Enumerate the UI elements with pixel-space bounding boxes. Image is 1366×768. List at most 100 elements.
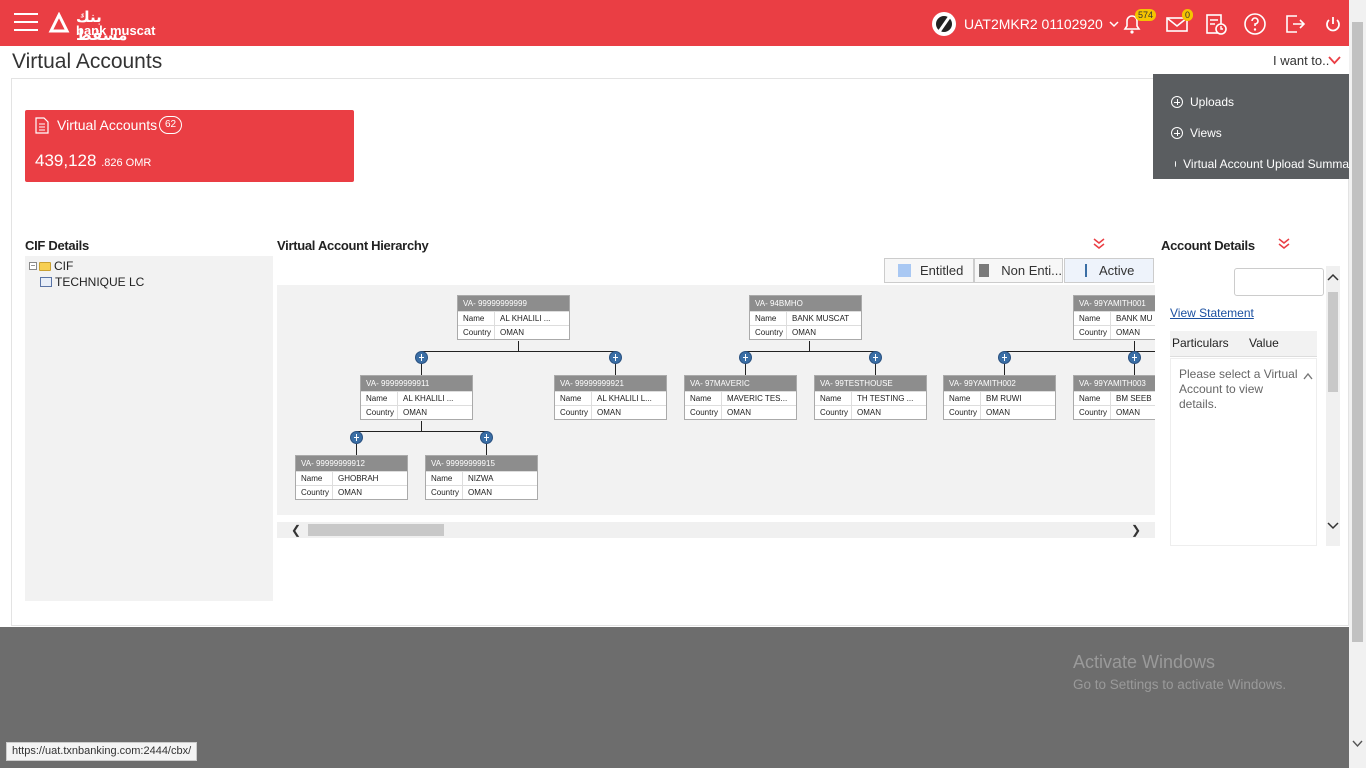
hierarchy-node[interactable]: VA- 99999999921 Name AL KHALILI L... Coun… bbox=[554, 375, 667, 420]
scroll-up-icon[interactable] bbox=[1303, 372, 1313, 380]
hierarchy-horizontal-scrollbar[interactable]: ❮ ❯ bbox=[277, 522, 1155, 538]
node-name: MAVERIC TES... bbox=[727, 394, 788, 403]
hierarchy-node[interactable]: VA- 94BMHO Name BANK MUSCAT Country OMAN bbox=[749, 295, 862, 340]
node-id: VA- 99999999912 bbox=[296, 456, 407, 471]
scrollbar-thumb[interactable] bbox=[1352, 22, 1363, 642]
hamburger-menu-icon[interactable] bbox=[14, 13, 38, 31]
name-label: Name bbox=[361, 392, 398, 405]
scroll-left-icon[interactable]: ❮ bbox=[291, 523, 301, 537]
account-search-input[interactable] bbox=[1234, 268, 1324, 296]
virtual-accounts-tile[interactable]: Virtual Accounts 62 439,128 .826 OMR bbox=[25, 110, 354, 182]
expand-node-icon[interactable] bbox=[480, 431, 493, 444]
i-want-to-menu[interactable]: I want to.. bbox=[1273, 53, 1329, 68]
calendar-report-icon[interactable] bbox=[1203, 11, 1229, 37]
node-id: VA- 99999999921 bbox=[555, 376, 666, 391]
account-details-vertical-scrollbar[interactable] bbox=[1326, 266, 1340, 546]
notification-bell-icon[interactable]: 574 bbox=[1119, 9, 1157, 37]
scrollbar-thumb[interactable] bbox=[1328, 292, 1338, 392]
collapse-toggle-icon[interactable]: − bbox=[29, 262, 37, 270]
scrollbar-thumb[interactable] bbox=[308, 524, 444, 536]
expand-node-icon[interactable] bbox=[998, 351, 1011, 364]
amount-decimal-currency: .826 OMR bbox=[101, 157, 152, 169]
hierarchy-node[interactable]: VA- 99999999999 Name AL KHALILI ... Count… bbox=[457, 295, 570, 340]
node-country: OMAN bbox=[500, 328, 524, 337]
hierarchy-node[interactable]: VA- 99999999915 Name NIZWA Country OMAN bbox=[425, 455, 538, 500]
node-country: OMAN bbox=[986, 408, 1010, 417]
node-name: BANK MU bbox=[1116, 314, 1153, 323]
country-label: Country bbox=[815, 406, 852, 419]
tree-node-technique[interactable]: TECHNIQUE LC bbox=[40, 275, 144, 289]
node-id: VA- 99YAMITH002 bbox=[944, 376, 1055, 391]
scroll-right-icon[interactable]: ❯ bbox=[1131, 523, 1141, 537]
hierarchy-node[interactable]: VA- 99YAMITH003 Name BM SEEB Country OMAN bbox=[1073, 375, 1155, 420]
menu-item-label: Uploads bbox=[1190, 95, 1235, 109]
expand-node-icon[interactable] bbox=[609, 351, 622, 364]
menu-item-label: Virtual Account Upload Summa bbox=[1183, 157, 1349, 171]
node-id: VA- 99999999999 bbox=[458, 296, 569, 311]
scroll-up-icon[interactable] bbox=[1327, 272, 1339, 282]
logout-icon[interactable] bbox=[1282, 11, 1308, 37]
node-country: OMAN bbox=[338, 488, 362, 497]
country-label: Country bbox=[1074, 326, 1111, 339]
tile-title: Virtual Accounts bbox=[57, 117, 158, 133]
notification-count-badge: 574 bbox=[1135, 9, 1157, 21]
collapse-chevron-icon[interactable] bbox=[1092, 238, 1106, 250]
col-particulars: Particulars bbox=[1172, 336, 1229, 350]
node-id: VA- 99999999911 bbox=[361, 376, 472, 391]
country-label: Country bbox=[944, 406, 981, 419]
empty-state-message: Please select a Virtual Account to view … bbox=[1179, 367, 1298, 411]
node-country: OMAN bbox=[1116, 328, 1140, 337]
bank-logo[interactable]: بنك مسقط bank muscat bbox=[48, 8, 158, 44]
hierarchy-canvas[interactable]: VA- 99999999999 Name AL KHALILI ... Count… bbox=[277, 285, 1155, 515]
hierarchy-node[interactable]: VA- 99999999911 Name AL KHALILI ... Count… bbox=[360, 375, 473, 420]
country-label: Country bbox=[1074, 406, 1111, 419]
menu-item-uploads[interactable]: Uploads bbox=[1153, 91, 1349, 113]
name-label: Name bbox=[426, 472, 463, 485]
tile-amount: 439,128 .826 OMR bbox=[35, 151, 151, 171]
bullet-icon bbox=[1175, 161, 1177, 167]
menu-item-upload-summary[interactable]: Virtual Account Upload Summa bbox=[1153, 153, 1349, 175]
chevron-down-icon[interactable] bbox=[1328, 55, 1341, 65]
hierarchy-node[interactable]: VA- 99999999912 Name GHOBRAH Country OMAN bbox=[295, 455, 408, 500]
activate-subtitle: Go to Settings to activate Windows. bbox=[1073, 677, 1287, 692]
hierarchy-node[interactable]: VA- 99TESTHOUSE Name TH TESTING ... Count… bbox=[814, 375, 927, 420]
expand-node-icon[interactable] bbox=[415, 351, 428, 364]
node-name: NIZWA bbox=[468, 474, 494, 483]
legend-swatch bbox=[898, 264, 911, 277]
collapse-chevron-icon[interactable] bbox=[1277, 238, 1291, 250]
expand-node-icon[interactable] bbox=[869, 351, 882, 364]
node-id: VA- 99TESTHOUSE bbox=[815, 376, 926, 391]
view-statement-link[interactable]: View Statement bbox=[1170, 306, 1254, 320]
node-name: BM RUWI bbox=[986, 394, 1022, 403]
tree-node-cif[interactable]: − CIF bbox=[29, 259, 73, 273]
expand-node-icon[interactable] bbox=[350, 431, 363, 444]
hierarchy-node[interactable]: VA- 99YAMITH002 Name BM RUWI Country OMAN bbox=[943, 375, 1056, 420]
node-country: OMAN bbox=[597, 408, 621, 417]
chevron-down-icon bbox=[1109, 21, 1119, 28]
menu-item-views[interactable]: Views bbox=[1153, 122, 1349, 144]
legend-swatch bbox=[979, 264, 990, 277]
expand-node-icon[interactable] bbox=[739, 351, 752, 364]
country-label: Country bbox=[750, 326, 787, 339]
node-id: VA- 97MAVERIC bbox=[685, 376, 796, 391]
scroll-down-icon[interactable] bbox=[1327, 521, 1339, 531]
expand-node-icon[interactable] bbox=[1128, 351, 1141, 364]
scroll-down-icon[interactable] bbox=[1352, 739, 1363, 748]
expand-plus-icon bbox=[1171, 96, 1183, 108]
hierarchy-node[interactable]: VA- 97MAVERIC Name MAVERIC TES... Country… bbox=[684, 375, 797, 420]
account-details-grid-header: Particulars Value bbox=[1170, 331, 1317, 357]
user-menu[interactable]: UAT2MKR2 01102920 bbox=[932, 12, 1119, 36]
name-label: Name bbox=[1074, 312, 1111, 325]
activate-title: Activate Windows bbox=[1073, 652, 1216, 672]
page-vertical-scrollbar[interactable] bbox=[1349, 0, 1366, 768]
power-icon[interactable] bbox=[1320, 11, 1346, 37]
help-icon[interactable] bbox=[1242, 11, 1268, 37]
cif-tree-panel bbox=[25, 256, 273, 601]
hierarchy-node[interactable]: VA- 99YAMITH001 Name BANK MU Country OMAN bbox=[1073, 295, 1155, 340]
country-label: Country bbox=[296, 486, 333, 499]
col-value: Value bbox=[1249, 336, 1279, 350]
menu-item-label: Views bbox=[1190, 126, 1222, 140]
logo-mark-icon bbox=[48, 12, 70, 33]
node-country: OMAN bbox=[857, 408, 881, 417]
mail-icon[interactable]: 0 bbox=[1164, 9, 1194, 37]
